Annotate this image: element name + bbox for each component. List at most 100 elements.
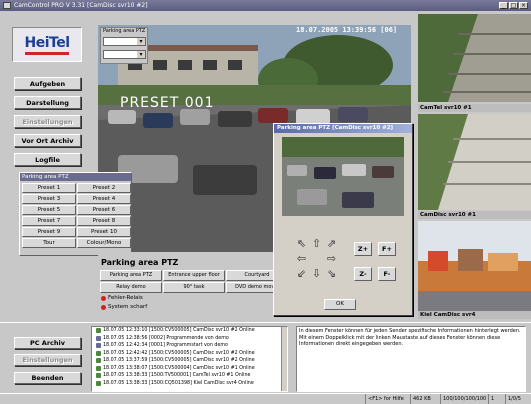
preset-2-button[interactable]: Preset 2: [77, 183, 131, 193]
preset-8-button[interactable]: Preset 8: [77, 216, 131, 226]
camera-select-label: Parking area PTZ: [103, 28, 146, 34]
position-button-6[interactable]: 90° task: [163, 282, 225, 293]
window-title-bar: CamControl PRO V 3.31 [CamDisc svr10 #2]…: [0, 0, 531, 11]
side-camera-3[interactable]: [418, 221, 531, 311]
preset-3-button[interactable]: Preset 3: [22, 194, 76, 204]
aufgeben-button[interactable]: Aufgeben: [14, 77, 81, 90]
side-camera-2[interactable]: [418, 114, 531, 210]
log-text: 18.07.05 13:38:33 [1500:CQ501398] Kiel C…: [103, 380, 254, 386]
ok-button[interactable]: OK: [324, 299, 356, 310]
ptz-preview-scene: [282, 137, 404, 216]
camera-dropdown-2[interactable]: [103, 50, 146, 59]
pan-up-left-icon[interactable]: ⇖: [294, 236, 309, 251]
log-row: 18.07.05 13:37:59 [1500:CV500005] CamDis…: [92, 357, 287, 365]
camera-online-icon: [96, 365, 101, 371]
side-camera-2-caption: CamDisc svr10 #1: [418, 211, 531, 219]
preset-10-button[interactable]: Preset 10: [77, 227, 131, 237]
ptz-preset-panel: Parking area PTZ Preset 1 Preset 2 Prese…: [19, 172, 132, 256]
camera-panel-title: Parking area PTZ: [101, 258, 179, 267]
log-row: 18.07.05 13:38:33 [1500:TV500001] CamTel…: [92, 372, 287, 380]
log-row: 18.07.05 13:38:07 [1500:CV500004] CamDis…: [92, 365, 287, 373]
info-textbox[interactable]: In diesem Fenster können für jeden Sende…: [296, 326, 526, 392]
log-text: 18.07.05 13:38:33 [1500:TV500001] CamTel…: [103, 373, 251, 378]
pan-left-icon[interactable]: ⇦: [294, 251, 309, 266]
program-icon: [96, 343, 101, 349]
position-button-5[interactable]: Relay demo: [100, 282, 162, 293]
log-row: 18.07.05 12:42:34 [0001] Programmstart v…: [92, 342, 287, 350]
camera-dropdown-1[interactable]: [103, 37, 146, 46]
status-label: Fehler-Relais: [108, 295, 143, 301]
pan-down-left-icon[interactable]: ⇙: [294, 266, 309, 281]
side-camera-1-caption: CamTel svr10 #1: [418, 104, 531, 112]
ptz-dialog-video[interactable]: [282, 137, 404, 216]
tour-button[interactable]: Tour: [22, 238, 76, 248]
preset-5-button[interactable]: Preset 5: [22, 205, 76, 215]
vor-ort-archiv-button[interactable]: Vor Ort Archiv: [14, 134, 81, 147]
event-log[interactable]: 18.07.05 12:33:10 [1500:CV500005] CamDis…: [91, 326, 288, 392]
side-camera-3-caption: Kiel CamDisc svr4: [418, 311, 531, 319]
logo-text: HeiTel: [24, 34, 71, 51]
pan-up-icon[interactable]: ⇧: [309, 236, 324, 251]
video-timestamp: 18.07.2005 13:39:56 [06]: [296, 26, 398, 34]
program-icon: [96, 335, 101, 341]
status-fehler-relais: Fehler-Relais: [101, 295, 143, 301]
log-row: 18.07.05 12:38:56 [0002] Programmende vo…: [92, 335, 287, 343]
logo-bar: [25, 51, 69, 55]
side-camera-1[interactable]: [418, 14, 531, 102]
log-row: 18.07.05 13:38:33 [1500:CQ501398] Kiel C…: [92, 380, 287, 388]
log-text: 18.07.05 13:38:07 [1500:CV500004] CamDis…: [103, 365, 255, 371]
app-icon: [3, 2, 11, 9]
close-button[interactable]: ×: [519, 2, 528, 9]
zoom-in-button[interactable]: Z+: [354, 242, 372, 256]
preset-overlay-text: PRESET 001: [120, 95, 215, 111]
stairs-scene-1: [418, 14, 531, 102]
status-dot-icon: [101, 295, 106, 301]
focus-minus-button[interactable]: F-: [378, 267, 396, 281]
status-label: System scharf: [108, 304, 148, 310]
camera-online-icon: [96, 350, 101, 356]
log-row: 18.07.05 12:33:10 [1500:CV500005] CamDis…: [92, 327, 287, 335]
darstellung-button[interactable]: Darstellung: [14, 96, 81, 109]
minimize-button[interactable]: _: [499, 2, 508, 9]
pan-up-right-icon[interactable]: ⇗: [324, 236, 339, 251]
status-dot-icon: [101, 304, 106, 310]
bottom-einstellungen-button[interactable]: Einstellungen: [14, 354, 81, 366]
pan-down-right-icon[interactable]: ⇘: [324, 266, 339, 281]
pan-center: [309, 251, 324, 266]
harbor-scene: [418, 221, 531, 311]
camera-select-overlay: Parking area PTZ: [100, 27, 148, 64]
camera-online-icon: [96, 380, 101, 386]
log-text: 18.07.05 12:42:42 [1500:CV500005] CamDis…: [103, 350, 255, 356]
log-text: 18.07.05 12:42:34 [0001] Programmstart v…: [103, 343, 228, 348]
log-text: 18.07.05 12:33:10 [1500:CV500005] CamDis…: [103, 328, 255, 333]
focus-plus-button[interactable]: F+: [378, 242, 396, 256]
preset-9-button[interactable]: Preset 9: [22, 227, 76, 237]
status-system-scharf: System scharf: [101, 304, 147, 310]
pan-right-icon[interactable]: ⇨: [324, 251, 339, 266]
ptz-dialog-title: Parking area PTZ [CamDisc svr10 #2]: [274, 124, 412, 133]
pan-down-icon[interactable]: ⇩: [309, 266, 324, 281]
stairs-scene-2: [418, 114, 531, 210]
preset-1-button[interactable]: Preset 1: [22, 183, 76, 193]
info-text: In diesem Fenster können für jeden Sende…: [299, 328, 521, 347]
logfile-button[interactable]: Logfile: [14, 153, 81, 166]
log-text: 18.07.05 12:38:56 [0002] Programmende vo…: [103, 335, 229, 341]
colour-mono-button[interactable]: Colour/Mono: [77, 238, 131, 248]
log-row: 18.07.05 12:42:42 [1500:CV500005] CamDis…: [92, 350, 287, 358]
camera-online-icon: [96, 328, 101, 334]
einstellungen-button[interactable]: Einstellungen: [14, 115, 81, 128]
preset-6-button[interactable]: Preset 6: [77, 205, 131, 215]
log-text: 18.07.05 13:37:59 [1500:CV500005] CamDis…: [103, 358, 255, 363]
beenden-button[interactable]: Beenden: [14, 372, 81, 384]
preset-4-button[interactable]: Preset 4: [77, 194, 131, 204]
camera-online-icon: [96, 358, 101, 364]
ptz-preset-header: Parking area PTZ: [20, 173, 131, 181]
pc-archiv-button[interactable]: PC Archiv: [14, 337, 81, 349]
preset-7-button[interactable]: Preset 7: [22, 216, 76, 226]
log-scrollbar[interactable]: [281, 327, 287, 391]
position-button-2[interactable]: Entrance upper floor: [163, 270, 225, 281]
heitel-logo: HeiTel: [12, 27, 82, 62]
zoom-out-button[interactable]: Z-: [354, 267, 372, 281]
maximize-button[interactable]: □: [509, 2, 518, 9]
position-button-1[interactable]: Parking area PTZ: [100, 270, 162, 281]
